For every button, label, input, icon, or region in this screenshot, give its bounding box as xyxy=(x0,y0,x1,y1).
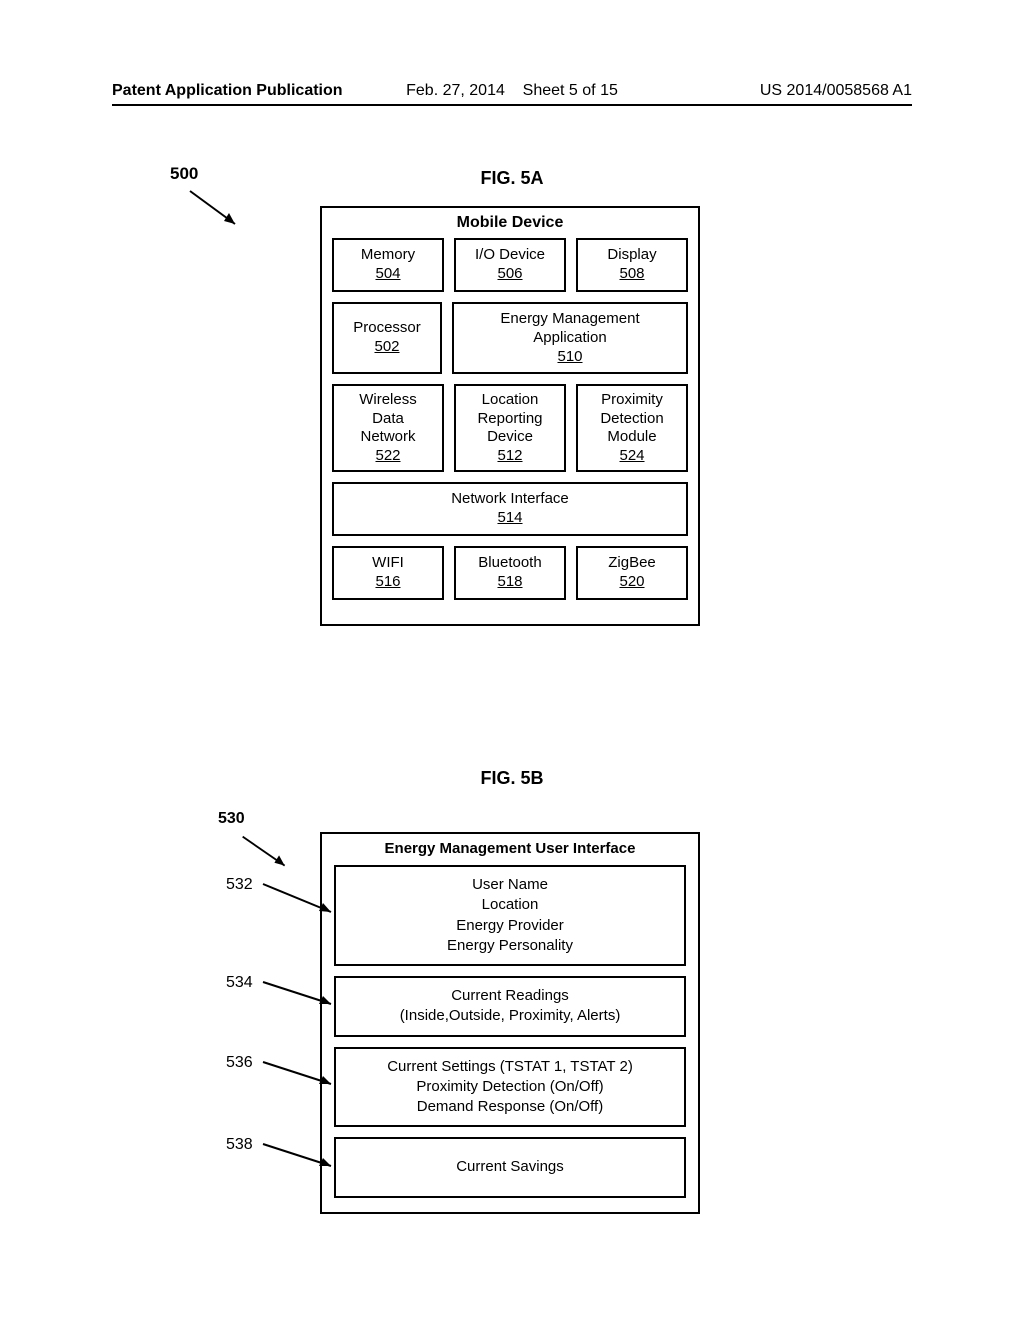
ref-534: 534 xyxy=(226,974,253,992)
bt-ref: 518 xyxy=(497,573,522,592)
lrd-l3: Device xyxy=(487,428,533,447)
emui-title: Energy Management User Interface xyxy=(334,840,686,857)
page-header: Patent Application Publication Feb. 27, … xyxy=(112,82,912,106)
p3-l1: Current Settings (TSTAT 1, TSTAT 2) xyxy=(342,1057,678,1077)
block-proximity-detection-module: Proximity Detection Module 524 xyxy=(576,384,688,472)
arrow-536-icon xyxy=(258,1060,344,1090)
fig5a-title: FIG. 5A xyxy=(0,168,1024,189)
block-wireless-data-network: Wireless Data Network 522 xyxy=(332,384,444,472)
display-ref: 508 xyxy=(619,265,644,284)
block-bluetooth: Bluetooth 518 xyxy=(454,546,566,600)
io-label: I/O Device xyxy=(475,246,545,265)
zb-label: ZigBee xyxy=(608,554,656,573)
p1-l2: Location xyxy=(342,895,678,915)
p1-l3: Energy Provider xyxy=(342,916,678,936)
energy-management-ui-diagram: Energy Management User Interface User Na… xyxy=(320,832,700,1214)
lrd-l1: Location xyxy=(482,391,539,410)
wdn-l3: Network xyxy=(360,428,415,447)
netif-label: Network Interface xyxy=(451,490,569,509)
header-sheet: Sheet 5 of 15 xyxy=(523,82,618,100)
panel-current-readings: Current Readings (Inside,Outside, Proxim… xyxy=(334,976,686,1037)
panel-current-savings: Current Savings xyxy=(334,1137,686,1197)
p2-l1: Current Readings xyxy=(342,986,678,1006)
netif-ref: 514 xyxy=(497,509,522,528)
p4-l1: Current Savings xyxy=(342,1157,678,1177)
p1-l4: Energy Personality xyxy=(342,936,678,956)
mobile-device-diagram: Mobile Device Memory 504 I/O Device 506 … xyxy=(320,206,700,626)
block-energy-management-app: Energy Management Application 510 xyxy=(452,302,688,374)
ref-532: 532 xyxy=(226,876,253,894)
block-display: Display 508 xyxy=(576,238,688,292)
lrd-l2: Reporting xyxy=(477,410,542,429)
block-processor: Processor 502 xyxy=(332,302,442,374)
pdm-l3: Module xyxy=(607,428,656,447)
block-io-device: I/O Device 506 xyxy=(454,238,566,292)
emapp-ref: 510 xyxy=(557,348,582,367)
wifi-label: WIFI xyxy=(372,554,404,573)
panel-current-settings: Current Settings (TSTAT 1, TSTAT 2) Prox… xyxy=(334,1047,686,1128)
processor-ref: 502 xyxy=(374,338,399,357)
p1-l1: User Name xyxy=(342,875,678,895)
pdm-l2: Detection xyxy=(600,410,663,429)
ref-538: 538 xyxy=(226,1136,253,1154)
pdm-l1: Proximity xyxy=(601,391,663,410)
wdn-ref: 522 xyxy=(375,447,400,466)
p3-l3: Demand Response (On/Off) xyxy=(342,1097,678,1117)
wifi-ref: 516 xyxy=(375,573,400,592)
wdn-l1: Wireless xyxy=(359,391,417,410)
arrow-530-icon xyxy=(236,832,296,874)
header-date: Feb. 27, 2014 xyxy=(406,82,505,100)
fig5b-title: FIG. 5B xyxy=(0,768,1024,789)
bt-label: Bluetooth xyxy=(478,554,541,573)
lrd-ref: 512 xyxy=(497,447,522,466)
emapp-l2: Application xyxy=(533,329,606,348)
display-label: Display xyxy=(607,246,656,265)
p2-l2: (Inside,Outside, Proximity, Alerts) xyxy=(342,1006,678,1026)
panel-user-info: User Name Location Energy Provider Energ… xyxy=(334,865,686,966)
pdm-ref: 524 xyxy=(619,447,644,466)
mobile-device-title: Mobile Device xyxy=(332,214,688,232)
block-zigbee: ZigBee 520 xyxy=(576,546,688,600)
block-wifi: WIFI 516 xyxy=(332,546,444,600)
ref-530: 530 xyxy=(218,810,245,828)
memory-ref: 504 xyxy=(375,265,400,284)
emapp-l1: Energy Management xyxy=(500,310,639,329)
arrow-500-icon xyxy=(185,186,245,231)
block-network-interface: Network Interface 514 xyxy=(332,482,688,536)
arrow-534-icon xyxy=(258,980,344,1010)
processor-label: Processor xyxy=(353,319,421,338)
block-location-reporting-device: Location Reporting Device 512 xyxy=(454,384,566,472)
zb-ref: 520 xyxy=(619,573,644,592)
io-ref: 506 xyxy=(497,265,522,284)
ref-536: 536 xyxy=(226,1054,253,1072)
wdn-l2: Data xyxy=(372,410,404,429)
block-memory: Memory 504 xyxy=(332,238,444,292)
p3-l2: Proximity Detection (On/Off) xyxy=(342,1077,678,1097)
ref-500: 500 xyxy=(170,164,198,184)
memory-label: Memory xyxy=(361,246,415,265)
arrow-538-icon xyxy=(258,1142,344,1172)
arrow-532-icon xyxy=(258,882,344,918)
